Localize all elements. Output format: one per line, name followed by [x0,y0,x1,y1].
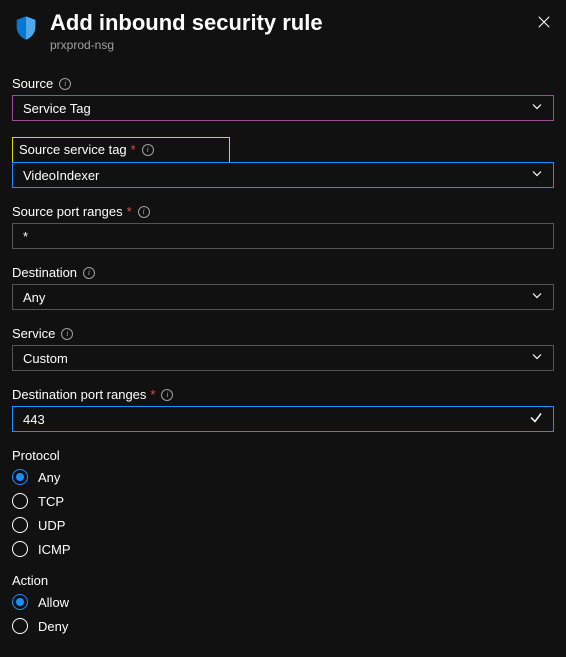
radio-indicator [12,541,28,557]
select-value: Custom [23,351,68,366]
label-text: Source port ranges [12,204,123,219]
radio-protocol-udp[interactable]: UDP [12,517,554,533]
radio-label: Deny [38,619,68,634]
info-icon[interactable]: i [161,389,173,401]
chevron-down-icon [531,290,543,305]
radio-protocol-tcp[interactable]: TCP [12,493,554,509]
required-indicator: * [127,204,132,219]
radio-label: Any [38,470,60,485]
field-service: Service i Custom [12,326,554,371]
label-text: Protocol [12,448,60,463]
field-source: Source i Service Tag [12,76,554,121]
input-text[interactable] [23,229,543,244]
label-text: Destination port ranges [12,387,146,402]
source-port-ranges-label: Source port ranges * i [12,204,554,219]
chevron-down-icon [531,101,543,116]
info-icon[interactable]: i [138,206,150,218]
panel-header: Add inbound security rule prxprod-nsg [12,10,554,52]
protocol-label: Protocol [12,448,554,463]
source-port-ranges-input[interactable] [12,223,554,249]
input-text[interactable] [23,412,543,427]
radio-indicator [12,594,28,610]
close-button[interactable] [534,12,554,32]
required-indicator: * [131,142,136,157]
radio-protocol-any[interactable]: Any [12,469,554,485]
title-block: Add inbound security rule prxprod-nsg [50,10,554,52]
radio-protocol-icmp[interactable]: ICMP [12,541,554,557]
source-service-tag-select[interactable]: VideoIndexer [12,162,554,188]
chevron-down-icon [531,351,543,366]
label-text: Source service tag [19,142,127,157]
select-value: Service Tag [23,101,91,116]
destination-port-ranges-input[interactable] [12,406,554,432]
field-destination-port-ranges: Destination port ranges * i [12,387,554,432]
field-source-port-ranges: Source port ranges * i [12,204,554,249]
shield-icon [12,14,40,42]
field-action: Action Allow Deny [12,573,554,634]
radio-label: Allow [38,595,69,610]
destination-select[interactable]: Any [12,284,554,310]
radio-indicator [12,517,28,533]
service-select[interactable]: Custom [12,345,554,371]
radio-label: UDP [38,518,65,533]
protocol-radio-group: Any TCP UDP ICMP [12,469,554,557]
close-icon [537,15,551,29]
panel-title: Add inbound security rule [50,10,554,36]
label-text: Action [12,573,48,588]
radio-indicator [12,469,28,485]
radio-indicator [12,493,28,509]
chevron-down-icon [531,168,543,183]
destination-label: Destination i [12,265,554,280]
panel-subtitle: prxprod-nsg [50,38,554,52]
field-source-service-tag: Source service tag * i VideoIndexer [12,137,554,188]
info-icon[interactable]: i [83,267,95,279]
service-label: Service i [12,326,554,341]
radio-label: ICMP [38,542,71,557]
required-indicator: * [150,387,155,402]
radio-action-allow[interactable]: Allow [12,594,554,610]
label-text: Destination [12,265,77,280]
source-select[interactable]: Service Tag [12,95,554,121]
label-text: Service [12,326,55,341]
destination-port-ranges-label: Destination port ranges * i [12,387,554,402]
label-text: Source [12,76,53,91]
field-destination: Destination i Any [12,265,554,310]
select-value: VideoIndexer [23,168,99,183]
info-icon[interactable]: i [61,328,73,340]
radio-action-deny[interactable]: Deny [12,618,554,634]
action-radio-group: Allow Deny [12,594,554,634]
select-value: Any [23,290,45,305]
source-label: Source i [12,76,554,91]
field-protocol: Protocol Any TCP UDP ICMP [12,448,554,557]
info-icon[interactable]: i [142,144,154,156]
action-label: Action [12,573,554,588]
radio-indicator [12,618,28,634]
info-icon[interactable]: i [59,78,71,90]
source-service-tag-label: Source service tag * i [19,142,223,157]
radio-label: TCP [38,494,64,509]
